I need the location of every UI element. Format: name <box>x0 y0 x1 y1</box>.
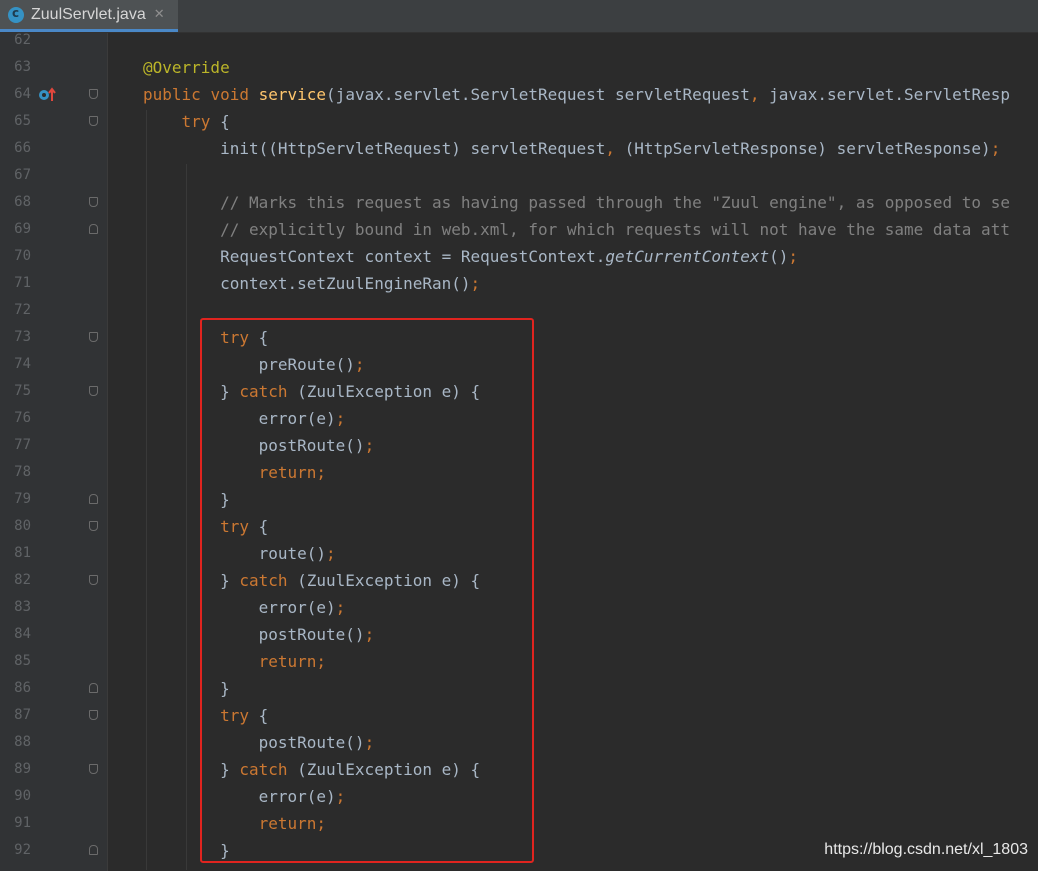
code-line: 62 <box>0 27 1038 54</box>
highlight-box <box>200 318 534 863</box>
code-text: context.setZuulEngineRan(); <box>143 274 481 293</box>
line-number: 75 <box>14 383 31 399</box>
line-number: 76 <box>14 410 31 426</box>
code-line: 65 try { <box>0 108 1038 135</box>
fold-open-icon[interactable] <box>89 89 98 99</box>
line-number: 73 <box>14 329 31 345</box>
fold-open-icon[interactable] <box>89 575 98 585</box>
line-number: 68 <box>14 194 31 210</box>
code-line: 71 context.setZuulEngineRan(); <box>0 270 1038 297</box>
line-number: 80 <box>14 518 31 534</box>
code-line: 66 init((HttpServletRequest) servletRequ… <box>0 135 1038 162</box>
fold-open-icon[interactable] <box>89 521 98 531</box>
code-line: 68 // Marks this request as having passe… <box>0 189 1038 216</box>
line-number: 74 <box>14 356 31 372</box>
code-line: 69 // explicitly bound in web.xml, for w… <box>0 216 1038 243</box>
code-text: // Marks this request as having passed t… <box>143 193 1010 212</box>
code-text: RequestContext context = RequestContext.… <box>143 247 799 266</box>
watermark: https://blog.csdn.net/xl_1803 <box>824 841 1028 858</box>
line-number: 87 <box>14 707 31 723</box>
fold-close-icon[interactable] <box>89 683 98 693</box>
fold-open-icon[interactable] <box>89 386 98 396</box>
code-text: @Override <box>143 58 230 77</box>
code-line: 70 RequestContext context = RequestConte… <box>0 243 1038 270</box>
fold-open-icon[interactable] <box>89 710 98 720</box>
line-number: 82 <box>14 572 31 588</box>
line-number: 86 <box>14 680 31 696</box>
line-number: 89 <box>14 761 31 777</box>
close-icon[interactable]: ✕ <box>154 7 165 22</box>
code-line: 67 <box>0 162 1038 189</box>
line-number: 65 <box>14 113 31 129</box>
line-number: 71 <box>14 275 31 291</box>
code-text: try { <box>181 112 230 131</box>
line-number: 92 <box>14 842 31 858</box>
code-text: // explicitly bound in web.xml, for whic… <box>143 220 1010 239</box>
code-line: 64 public void service(javax.servlet.Serv… <box>0 81 1038 108</box>
fold-close-icon[interactable] <box>89 845 98 855</box>
line-number: 91 <box>14 815 31 831</box>
line-number: 78 <box>14 464 31 480</box>
override-marker-icon[interactable] <box>38 86 56 104</box>
line-number: 66 <box>14 140 31 156</box>
line-number: 88 <box>14 734 31 750</box>
line-number: 62 <box>14 32 31 48</box>
line-number: 83 <box>14 599 31 615</box>
line-number: 69 <box>14 221 31 237</box>
fold-close-icon[interactable] <box>89 494 98 504</box>
line-number: 84 <box>14 626 31 642</box>
line-number: 67 <box>14 167 31 183</box>
line-number: 70 <box>14 248 31 264</box>
fold-open-icon[interactable] <box>89 764 98 774</box>
fold-open-icon[interactable] <box>89 332 98 342</box>
line-number: 79 <box>14 491 31 507</box>
line-number: 63 <box>14 59 31 75</box>
line-number: 85 <box>14 653 31 669</box>
fold-open-icon[interactable] <box>89 116 98 126</box>
tab-label: ZuulServlet.java <box>31 5 146 23</box>
line-number: 81 <box>14 545 31 561</box>
code-text: public void service(javax.servlet.Servle… <box>143 85 1010 104</box>
line-number: 77 <box>14 437 31 453</box>
code-line: 63 @Override <box>0 54 1038 81</box>
fold-close-icon[interactable] <box>89 224 98 234</box>
line-number: 90 <box>14 788 31 804</box>
fold-open-icon[interactable] <box>89 197 98 207</box>
line-number: 72 <box>14 302 31 318</box>
code-text: init((HttpServletRequest) servletRequest… <box>143 139 1001 158</box>
line-number: 64 <box>14 86 31 102</box>
java-class-icon <box>8 6 24 23</box>
